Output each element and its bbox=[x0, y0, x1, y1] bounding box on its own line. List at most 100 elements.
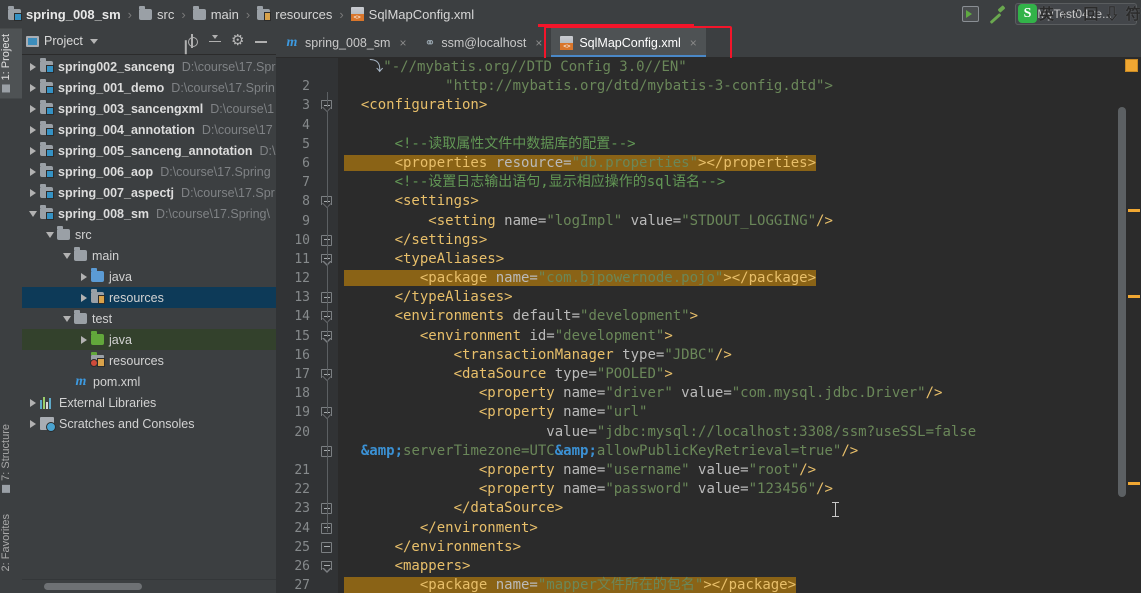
code-line[interactable]: <configuration> bbox=[338, 96, 1141, 115]
tree-node[interactable]: resources bbox=[22, 350, 276, 371]
code-content[interactable]: ⤵"-//mybatis.org//DTD Config 3.0//EN" "h… bbox=[338, 58, 1141, 593]
sidebar-item-structure[interactable]: 7: Structure bbox=[0, 418, 22, 499]
code-line[interactable]: <environments default="development"> bbox=[338, 307, 1141, 326]
fold-expand-icon[interactable] bbox=[321, 560, 332, 573]
code-line[interactable]: <properties resource="db.properties"></p… bbox=[338, 154, 1141, 173]
error-stripe-marker[interactable] bbox=[1128, 295, 1140, 298]
tree-node[interactable]: Scratches and Consoles bbox=[22, 413, 276, 434]
tree-node[interactable]: src bbox=[22, 224, 276, 245]
code-line[interactable]: value="jdbc:mysql://localhost:3308/ssm?u… bbox=[338, 423, 1141, 442]
breadcrumb-item-spring-008-sm[interactable]: spring_008_sm bbox=[8, 5, 121, 22]
scrollbar-thumb[interactable] bbox=[1118, 107, 1126, 497]
chevron-down-icon[interactable] bbox=[26, 211, 40, 217]
chevron-down-icon[interactable] bbox=[43, 232, 57, 238]
build-hammer-icon[interactable] bbox=[986, 5, 1006, 23]
tree-node[interactable]: spring002_sanceng D:\course\17.Spr bbox=[22, 56, 276, 77]
code-line[interactable]: ⤵"-//mybatis.org//DTD Config 3.0//EN" bbox=[338, 58, 1141, 77]
project-horizontal-scrollbar[interactable] bbox=[22, 579, 276, 593]
tree-node[interactable]: java bbox=[22, 329, 276, 350]
breadcrumb-item-resources[interactable]: resources bbox=[257, 5, 332, 22]
code-line[interactable]: </typeAliases> bbox=[338, 288, 1141, 307]
code-line[interactable]: <transactionManager type="JDBC"/> bbox=[338, 346, 1141, 365]
code-line[interactable]: <setting name="logImpl" value="STDOUT_LO… bbox=[338, 212, 1141, 231]
gear-icon[interactable] bbox=[231, 31, 245, 49]
editor-tab-strip[interactable]: mspring_008_sm×⚭ssm@localhost×SqlMapConf… bbox=[276, 24, 1141, 64]
minimize-icon[interactable] bbox=[254, 34, 268, 48]
code-line[interactable]: <dataSource type="POOLED"> bbox=[338, 365, 1141, 384]
warning-indicator-icon[interactable] bbox=[1125, 59, 1138, 72]
code-line[interactable]: <property name="username" value="root"/> bbox=[338, 461, 1141, 480]
fold-collapse-icon[interactable] bbox=[321, 541, 332, 553]
code-line[interactable]: <environment id="development"> bbox=[338, 327, 1141, 346]
chevron-right-icon[interactable] bbox=[26, 105, 40, 113]
tree-node[interactable]: test bbox=[22, 308, 276, 329]
close-icon[interactable]: × bbox=[535, 36, 542, 50]
chevron-down-icon[interactable] bbox=[60, 316, 74, 322]
close-icon[interactable]: × bbox=[690, 36, 697, 50]
code-line[interactable] bbox=[338, 116, 1141, 135]
breadcrumb[interactable]: spring_008_sm › src › main › resources › SqlMapC… bbox=[0, 0, 474, 28]
tree-node[interactable]: resources bbox=[22, 287, 276, 308]
chevron-down-icon[interactable] bbox=[89, 38, 98, 44]
editor-vertical-scrollbar[interactable] bbox=[1117, 57, 1127, 593]
close-icon[interactable]: × bbox=[399, 36, 406, 50]
editor-tab-ssm-localhost[interactable]: ⚭ ssm@localhost × bbox=[415, 28, 551, 57]
chevron-right-icon[interactable] bbox=[26, 168, 40, 176]
editor-tab-spring-008-sm[interactable]: m spring_008_sm × bbox=[276, 28, 415, 57]
tree-node[interactable]: spring_008_sm D:\course\17.Spring\ bbox=[22, 203, 276, 224]
breadcrumb-item-sqlmapconfig-xml[interactable]: SqlMapConfig.xml bbox=[350, 7, 474, 22]
chevron-right-icon[interactable] bbox=[26, 147, 40, 155]
code-editor[interactable]: 2 3 4 5 6 7 8 9 10 11 12 13 14 15 16 17 18 19 20 21 22 23 24 25… bbox=[276, 58, 1141, 593]
sidebar-item-project[interactable]: 1: Project bbox=[0, 28, 22, 99]
chevron-right-icon[interactable] bbox=[26, 84, 40, 92]
chevron-right-icon[interactable] bbox=[26, 63, 40, 71]
locate-icon[interactable] bbox=[185, 34, 199, 48]
chevron-right-icon[interactable] bbox=[77, 273, 91, 281]
chevron-down-icon[interactable] bbox=[60, 253, 74, 259]
error-stripe-marker-bar[interactable] bbox=[1125, 57, 1141, 593]
code-line[interactable]: <!--设置日志输出语句,显示相应操作的sql语名--> bbox=[338, 173, 1141, 192]
project-tree[interactable]: spring002_sanceng D:\course\17.Spr spring_… bbox=[22, 55, 276, 579]
run-icon[interactable] bbox=[960, 5, 980, 23]
collapse-all-icon[interactable] bbox=[208, 34, 222, 48]
tree-node[interactable]: spring_007_aspectj D:\course\17.Spr bbox=[22, 182, 276, 203]
chevron-right-icon[interactable] bbox=[26, 126, 40, 134]
chevron-right-icon[interactable] bbox=[26, 189, 40, 197]
code-line[interactable]: <property name="url" bbox=[338, 403, 1141, 422]
tree-node[interactable]: spring_001_demo D:\course\17.Sprin bbox=[22, 77, 276, 98]
code-line[interactable]: </environments> bbox=[338, 538, 1141, 557]
run-configuration-selector[interactable]: ◀▶ MyTest04.te... bbox=[1015, 3, 1137, 25]
chevron-right-icon[interactable] bbox=[26, 399, 40, 407]
code-line[interactable]: <package name="com.bjpowernode.pojo"></p… bbox=[338, 269, 1141, 288]
tree-node[interactable]: spring_005_sanceng_annotation D:\ bbox=[22, 140, 276, 161]
tree-node[interactable]: spring_006_aop D:\course\17.Spring bbox=[22, 161, 276, 182]
error-stripe-marker[interactable] bbox=[1128, 482, 1140, 485]
code-line[interactable]: <settings> bbox=[338, 192, 1141, 211]
tree-node[interactable]: main bbox=[22, 245, 276, 266]
code-line[interactable]: <mappers> bbox=[338, 557, 1141, 576]
code-line[interactable]: <!--读取属性文件中数据库的配置--> bbox=[338, 135, 1141, 154]
tree-node[interactable]: External Libraries bbox=[22, 392, 276, 413]
error-stripe-marker[interactable] bbox=[1128, 209, 1140, 212]
code-line[interactable]: "http://mybatis.org/dtd/mybatis-3-config… bbox=[338, 77, 1141, 96]
code-line[interactable]: <typeAliases> bbox=[338, 250, 1141, 269]
breadcrumb-item-main[interactable]: main bbox=[192, 5, 239, 22]
tree-node[interactable]: java bbox=[22, 266, 276, 287]
code-line[interactable]: </settings> bbox=[338, 231, 1141, 250]
breadcrumb-item-src[interactable]: src bbox=[139, 5, 174, 22]
code-line[interactable]: </dataSource> bbox=[338, 499, 1141, 518]
scrollbar-thumb[interactable] bbox=[44, 583, 142, 590]
code-line[interactable]: <property name="driver" value="com.mysql… bbox=[338, 384, 1141, 403]
code-line[interactable]: <property name="password" value="123456"… bbox=[338, 480, 1141, 499]
tree-node[interactable]: m pom.xml bbox=[22, 371, 276, 392]
code-line[interactable]: &amp;serverTimezone=UTC&amp;allowPublicK… bbox=[338, 442, 1141, 461]
code-line[interactable]: <package name="mapper文件所在的包名"></package> bbox=[338, 576, 1141, 593]
chevron-right-icon[interactable] bbox=[26, 420, 40, 428]
editor-tab-sqlmapconfig-xml[interactable]: SqlMapConfig.xml × bbox=[551, 28, 707, 57]
chevron-right-icon[interactable] bbox=[77, 336, 91, 344]
sidebar-item-favorites[interactable]: 2: Favorites bbox=[0, 508, 22, 577]
tree-node[interactable]: spring_004_annotation D:\course\17 bbox=[22, 119, 276, 140]
chevron-right-icon[interactable] bbox=[77, 294, 91, 302]
tree-node[interactable]: spring_003_sancengxml D:\course\1 bbox=[22, 98, 276, 119]
code-line[interactable]: </environment> bbox=[338, 519, 1141, 538]
